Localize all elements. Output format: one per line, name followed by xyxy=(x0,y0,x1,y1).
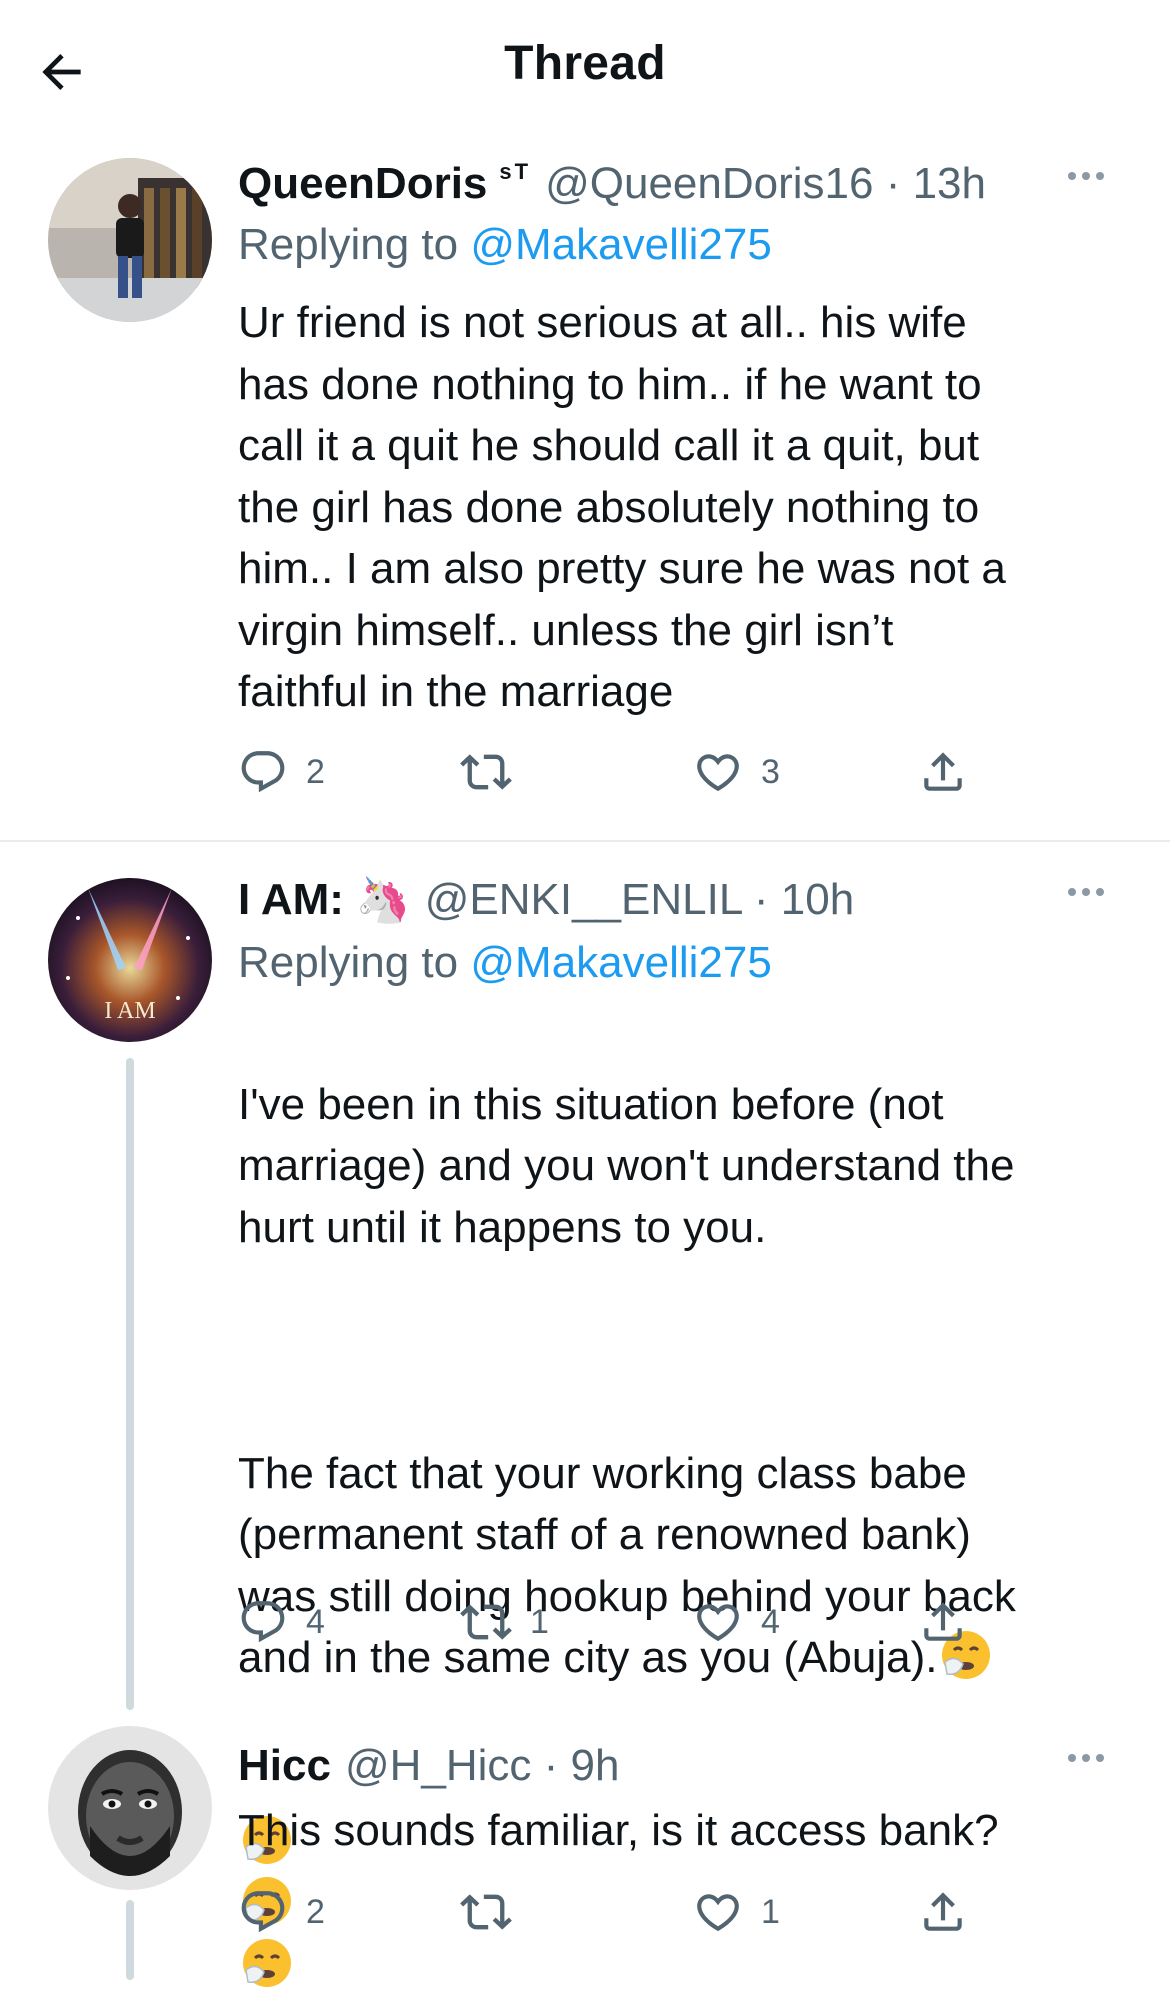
avatar[interactable] xyxy=(48,158,212,322)
reply-button[interactable]: 4 xyxy=(238,1592,325,1652)
tweet-meta: I AM: 🦄 @ENKI__ENLIL · 10h xyxy=(238,872,1110,928)
retweet-icon xyxy=(460,754,512,790)
tweet-enki-enlil[interactable]: I AM I AM: 🦄 @ENKI__ENLIL · 10h Replying… xyxy=(0,860,1170,1987)
retweet-button[interactable]: 1 xyxy=(460,1592,549,1652)
display-name[interactable]: I AM: xyxy=(238,875,344,925)
retweet-count: 1 xyxy=(530,1602,549,1641)
unicorn-emoji: 🦄 xyxy=(355,876,411,925)
name-badge: sT xyxy=(499,159,532,184)
like-button[interactable]: 3 xyxy=(693,742,780,802)
reply-button[interactable]: 2 xyxy=(238,1882,325,1942)
display-name[interactable]: QueenDoris xyxy=(238,159,487,209)
reply-mention-link[interactable]: @Makavelli275 xyxy=(470,220,771,269)
share-icon xyxy=(924,752,962,791)
avatar-text: I AM xyxy=(104,998,155,1024)
thread-connector-line xyxy=(126,1058,134,1710)
avatar[interactable]: I AM xyxy=(48,878,212,1042)
retweet-icon xyxy=(460,1604,512,1640)
thread-header: Thread xyxy=(0,0,1170,135)
reply-count: 2 xyxy=(306,752,325,791)
reply-count: 4 xyxy=(306,1602,325,1641)
handle-time[interactable]: @H_Hicc · 9h xyxy=(345,1741,620,1791)
replying-to: Replying to @Makavelli275 xyxy=(238,220,772,269)
reply-mention-link[interactable]: @Makavelli275 xyxy=(470,938,771,987)
share-button[interactable] xyxy=(918,742,968,802)
more-button[interactable] xyxy=(1062,880,1110,904)
tweet-queendoris[interactable]: QueenDoris sT @QueenDoris16 · 13h Replyi… xyxy=(0,150,1170,840)
like-count: 4 xyxy=(761,1602,780,1641)
retweet-button[interactable] xyxy=(460,742,530,802)
tweet-text: This sounds familiar, is it access bank? xyxy=(238,1806,999,1855)
reply-icon xyxy=(241,1601,285,1643)
tweet-meta: Hicc @H_Hicc · 9h xyxy=(238,1738,1110,1794)
heart-icon xyxy=(697,1604,739,1642)
replying-to: Replying to @Makavelli275 xyxy=(238,938,772,987)
like-button[interactable]: 1 xyxy=(693,1882,780,1942)
reply-icon xyxy=(241,751,285,793)
handle-time[interactable]: @ENKI__ENLIL · 10h xyxy=(425,875,854,925)
share-button[interactable] xyxy=(918,1882,968,1942)
retweet-icon xyxy=(460,1894,512,1930)
tweet-text: Ur friend is not serious at all.. his wi… xyxy=(238,298,1006,716)
tweet-paragraph-1: I've been in this situation before (not … xyxy=(238,1079,1015,1252)
reply-count: 2 xyxy=(306,1892,325,1931)
page-title: Thread xyxy=(504,37,666,90)
tweet-meta: QueenDoris sT @QueenDoris16 · 13h xyxy=(238,156,1110,212)
display-name[interactable]: Hicc xyxy=(238,1741,331,1791)
like-count: 3 xyxy=(761,752,780,791)
tweet-divider xyxy=(0,840,1170,842)
share-icon xyxy=(924,1892,962,1931)
reply-icon xyxy=(241,1891,285,1933)
tweet-actions: 4 1 4 xyxy=(238,1592,998,1652)
like-count: 1 xyxy=(761,1892,780,1931)
handle-time[interactable]: @QueenDoris16 · 13h xyxy=(545,159,986,209)
reply-button[interactable]: 2 xyxy=(238,742,325,802)
tweet-actions: 2 1 xyxy=(238,1882,998,1942)
retweet-button[interactable] xyxy=(460,1882,530,1942)
share-button[interactable] xyxy=(918,1592,968,1652)
heart-icon xyxy=(697,754,739,792)
share-icon xyxy=(924,1602,962,1641)
more-button[interactable] xyxy=(1062,164,1110,188)
thread-connector-line xyxy=(126,1900,134,1980)
like-button[interactable]: 4 xyxy=(693,1592,780,1652)
tweet-actions: 2 3 xyxy=(238,742,998,802)
tweet-hicc[interactable]: Hicc @H_Hicc · 9h This sounds familiar, … xyxy=(0,1720,1170,1988)
heart-icon xyxy=(697,1894,739,1932)
avatar[interactable] xyxy=(48,1726,212,1890)
more-button[interactable] xyxy=(1062,1746,1110,1770)
